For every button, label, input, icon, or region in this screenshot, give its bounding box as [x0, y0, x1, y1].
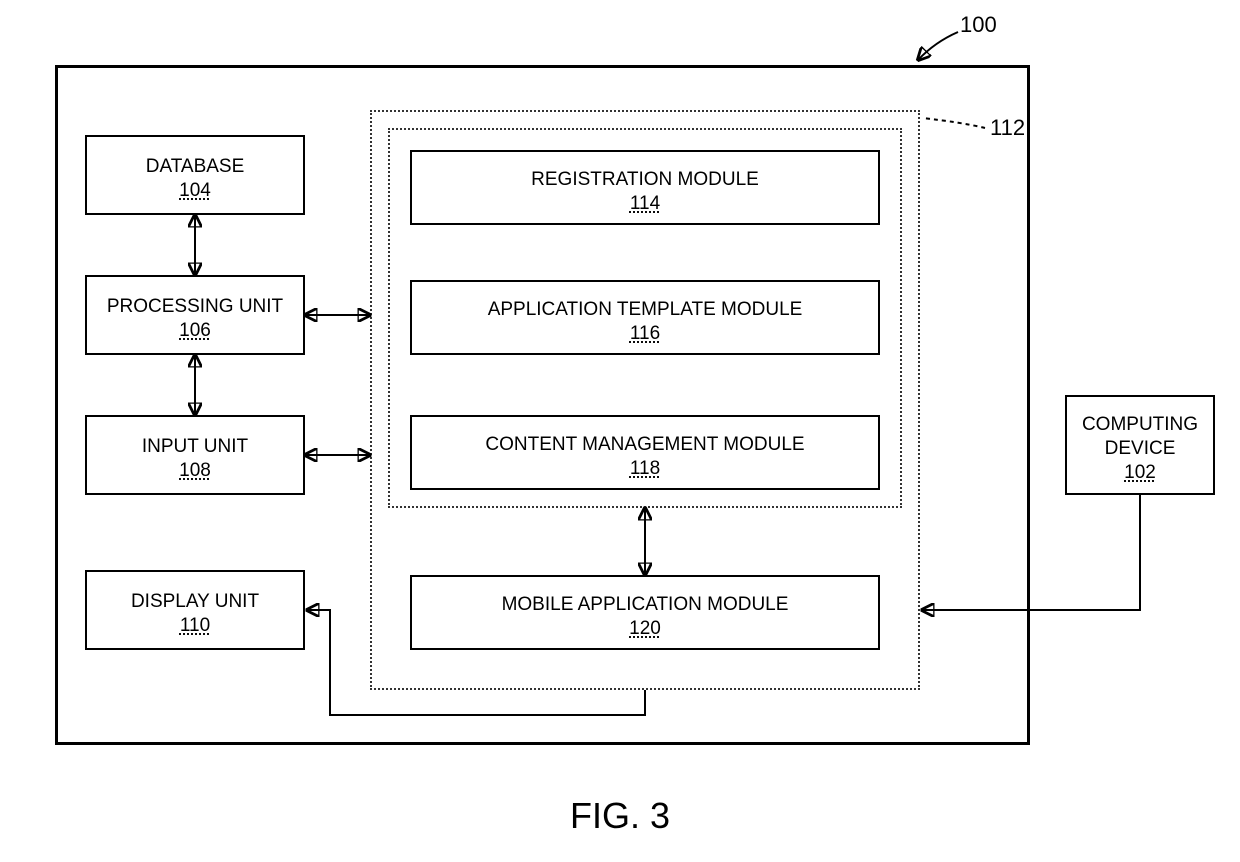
- block-input-ref: 108: [179, 459, 211, 483]
- block-mobile: MOBILE APPLICATION MODULE 120: [410, 575, 880, 650]
- diagram-stage: 100 DATABASE 104 PROCESSING UNIT 106 INP…: [0, 0, 1240, 862]
- block-processing: PROCESSING UNIT 106: [85, 275, 305, 355]
- block-display-ref: 110: [180, 614, 210, 638]
- block-template-label: APPLICATION TEMPLATE MODULE: [488, 298, 803, 322]
- block-input-label: INPUT UNIT: [142, 435, 248, 459]
- block-display-label: DISPLAY UNIT: [131, 590, 259, 614]
- block-input: INPUT UNIT 108: [85, 415, 305, 495]
- block-computing: COMPUTING DEVICE 102: [1065, 395, 1215, 495]
- block-content-label: CONTENT MANAGEMENT MODULE: [485, 433, 804, 457]
- block-template-ref: 116: [630, 322, 660, 346]
- block-content-ref: 118: [630, 457, 660, 481]
- figure-caption: FIG. 3: [570, 795, 670, 837]
- block-processing-ref: 106: [179, 319, 211, 343]
- block-template: APPLICATION TEMPLATE MODULE 116: [410, 280, 880, 355]
- block-registration-label: REGISTRATION MODULE: [531, 168, 759, 192]
- block-processing-label: PROCESSING UNIT: [107, 295, 283, 319]
- block-database-label: DATABASE: [146, 155, 245, 179]
- block-database: DATABASE 104: [85, 135, 305, 215]
- block-content: CONTENT MANAGEMENT MODULE 118: [410, 415, 880, 490]
- block-computing-label: COMPUTING DEVICE: [1073, 413, 1207, 461]
- block-registration: REGISTRATION MODULE 114: [410, 150, 880, 225]
- label-group-ref: 112: [990, 115, 1025, 141]
- block-mobile-label: MOBILE APPLICATION MODULE: [502, 593, 789, 617]
- block-database-ref: 104: [179, 179, 211, 203]
- block-mobile-ref: 120: [629, 617, 661, 641]
- label-system-ref: 100: [960, 12, 997, 38]
- block-computing-ref: 102: [1124, 461, 1156, 485]
- block-registration-ref: 114: [630, 192, 660, 216]
- block-display: DISPLAY UNIT 110: [85, 570, 305, 650]
